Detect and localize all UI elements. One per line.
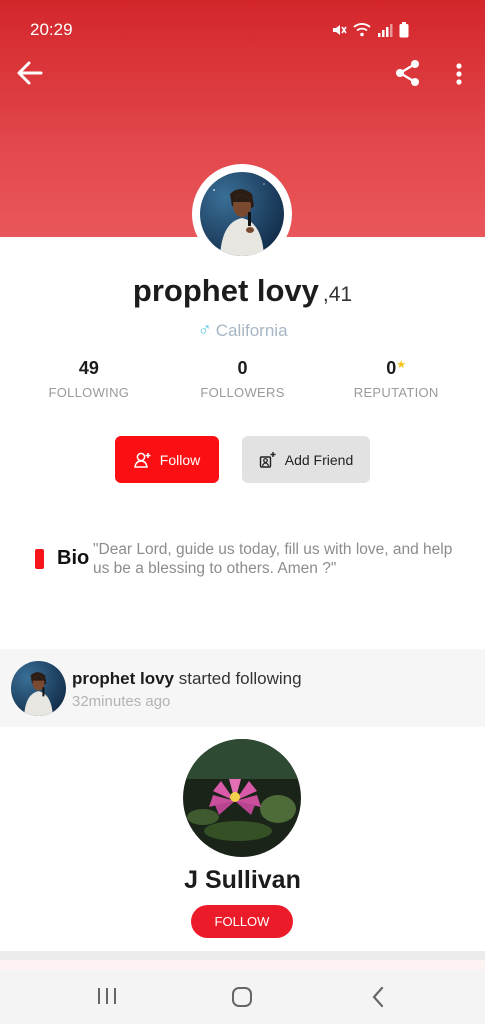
ad-strip[interactable] — [0, 960, 485, 970]
share-button[interactable] — [394, 58, 422, 88]
mute-icon — [333, 25, 347, 35]
followed-user-avatar[interactable] — [183, 739, 301, 857]
recent-apps-button[interactable] — [96, 985, 118, 1007]
activity-item[interactable]: prophet lovy started following 32minutes… — [0, 649, 485, 727]
stat-reputation-value: 0 — [386, 358, 397, 378]
status-icons — [331, 22, 409, 38]
activity-avatar[interactable] — [11, 661, 66, 716]
activity-text: prophet lovy started following — [72, 669, 302, 689]
bio-label: Bio — [57, 547, 90, 569]
profile-location: California — [215, 321, 288, 340]
profile-stats: 49 FOLLOWING 0 FOLLOWERS 0★ REPUTATION — [12, 358, 473, 400]
stat-following[interactable]: 49 FOLLOWING — [12, 358, 166, 400]
battery-icon — [399, 22, 409, 38]
followed-user-follow-label: FOLLOW — [214, 914, 270, 929]
home-button[interactable] — [230, 985, 254, 1009]
followed-user-name[interactable]: J Sullivan — [0, 866, 485, 895]
bio-marker — [35, 549, 44, 569]
system-nav-bar — [0, 970, 485, 1024]
arrow-left-icon — [17, 61, 43, 85]
profile-age: ,41 — [322, 283, 353, 306]
stat-following-value: 49 — [78, 358, 99, 378]
home-icon — [232, 987, 252, 1007]
profile-name: prophet lovy — [132, 273, 319, 308]
user-add-icon — [133, 452, 151, 468]
stat-followers-label: FOLLOWERS — [200, 385, 285, 400]
profile-location-row: ♂ California — [0, 320, 485, 342]
add-friend-label: Add Friend — [284, 451, 354, 468]
more-options-button[interactable] — [450, 60, 468, 88]
stat-followers[interactable]: 0 FOLLOWERS — [166, 358, 320, 400]
section-divider — [0, 951, 485, 960]
more-vertical-icon — [456, 63, 462, 85]
stat-following-label: FOLLOWING — [48, 385, 130, 400]
followed-user-follow-button[interactable]: FOLLOW — [191, 905, 293, 938]
add-friend-button[interactable]: Add Friend — [242, 436, 370, 483]
activity-time: 32minutes ago — [72, 693, 171, 710]
bio-text: "Dear Lord, guide us today, fill us with… — [93, 541, 453, 577]
followed-user-photo — [183, 739, 301, 857]
male-icon: ♂ — [197, 320, 212, 341]
profile-avatar[interactable] — [200, 172, 284, 256]
chevron-left-icon — [372, 986, 384, 1008]
stat-reputation[interactable]: 0★ REPUTATION — [319, 358, 473, 400]
activity-action: started following — [178, 669, 302, 688]
add-friend-icon — [259, 451, 276, 468]
activity-actor[interactable]: prophet lovy — [72, 669, 174, 688]
signal-icon — [378, 24, 393, 37]
share-icon — [396, 60, 419, 86]
stat-reputation-value-row: 0★ — [319, 358, 473, 379]
back-button[interactable] — [14, 58, 46, 88]
stat-followers-value: 0 — [237, 358, 248, 378]
profile-name-row: prophet lovy ,41 — [0, 273, 485, 309]
follow-button[interactable]: Follow — [115, 436, 219, 483]
status-bar: 20:29 — [0, 0, 485, 58]
recent-apps-icon — [98, 988, 116, 1004]
follow-button-label: Follow — [159, 451, 201, 468]
status-time: 20:29 — [30, 20, 73, 39]
star-icon: ★ — [396, 359, 407, 371]
system-back-button[interactable] — [369, 985, 387, 1009]
wifi-icon — [353, 23, 371, 37]
stat-reputation-label: REPUTATION — [353, 385, 439, 400]
profile-avatar-frame — [192, 164, 292, 264]
profile-photo — [200, 172, 284, 256]
activity-photo — [11, 661, 66, 716]
